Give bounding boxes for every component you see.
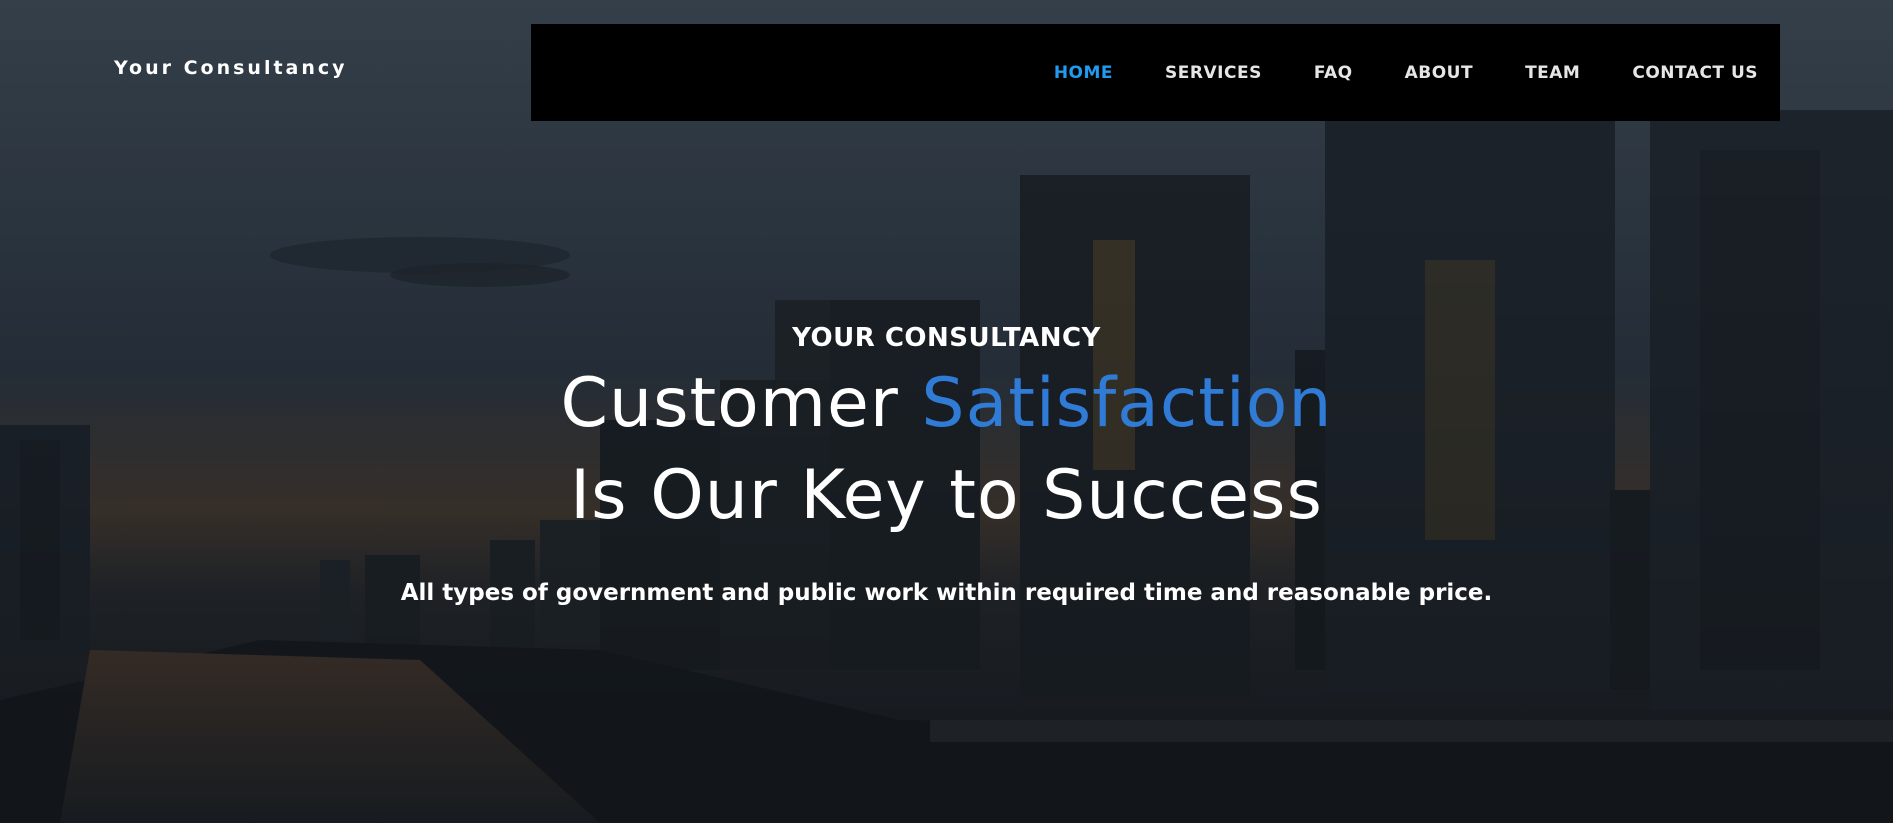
hero-section: Your Consultancy HOME SERVICES FAQ ABOUT…	[0, 0, 1893, 823]
hero-eyebrow: YOUR CONSULTANCY	[792, 323, 1101, 353]
headline-text: Customer	[560, 364, 899, 443]
headline-accent: Satisfaction	[921, 364, 1333, 443]
hero-content: YOUR CONSULTANCY Customer Satisfaction I…	[0, 318, 1893, 608]
nav-item-faq[interactable]: FAQ	[1314, 63, 1353, 83]
brand-logo[interactable]: Your Consultancy	[114, 57, 348, 79]
nav-item-about[interactable]: ABOUT	[1405, 63, 1473, 83]
headline-line-2: Is Our Key to Success	[570, 456, 1323, 535]
main-navbar: HOME SERVICES FAQ ABOUT TEAM CONTACT US	[531, 24, 1780, 121]
nav-item-home[interactable]: HOME	[1054, 63, 1113, 83]
nav-menu: HOME SERVICES FAQ ABOUT TEAM CONTACT US	[1054, 24, 1758, 121]
nav-item-contact-us[interactable]: CONTACT US	[1632, 63, 1758, 83]
nav-item-services[interactable]: SERVICES	[1165, 63, 1262, 83]
hero-subtitle: All types of government and public work …	[400, 580, 1493, 606]
hero-headline: Customer Satisfaction Is Our Key to Succ…	[0, 358, 1893, 542]
nav-item-team[interactable]: TEAM	[1525, 63, 1580, 83]
